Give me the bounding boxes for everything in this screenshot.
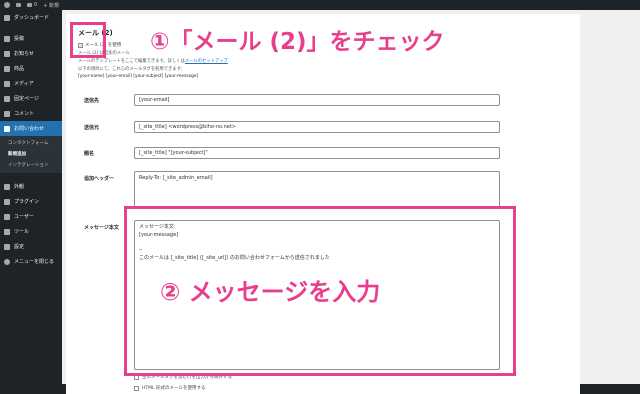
mail-setup-link[interactable]: メールのセットアップ [185, 59, 228, 64]
comments-link[interactable]: 0 [27, 2, 37, 8]
sidebar-item-plugins[interactable]: プラグイン [0, 194, 62, 209]
sidebar-item-comments[interactable]: コメント [0, 106, 62, 121]
sidebar-item-settings[interactable]: 設定 [0, 239, 62, 254]
admin-sidebar: ダッシュボード 投稿 お知らせ 商品 メディア 固定ページ コメント お問い合わ… [0, 10, 62, 384]
message-body-label: メッセージ本文 [84, 225, 119, 231]
wrench-icon [4, 228, 10, 235]
submenu-item-contact-forms[interactable]: コンタクトフォーム [0, 137, 62, 148]
comment-icon [27, 3, 32, 7]
new-content-link[interactable]: + 新規 [43, 2, 59, 9]
right-gutter [582, 10, 640, 384]
mail-tags-note: 以下の項目にて、これらのメールタグを利用できます: [78, 67, 183, 72]
home-icon[interactable] [16, 3, 21, 7]
sidebar-item-label: ユーザー [14, 214, 34, 220]
sidebar-item-users[interactable]: ユーザー [0, 209, 62, 224]
from-input[interactable]: [_site_title] <wordpress@biho-no.net> [134, 121, 500, 133]
sidebar-item-media[interactable]: メディア [0, 76, 62, 91]
sidebar-item-label: ツール [14, 229, 30, 235]
mail-icon [4, 125, 10, 132]
to-input[interactable]: [your-email] [134, 94, 500, 106]
additional-headers-label: 追加ヘッダー [84, 176, 115, 182]
html-mail-label: HTML 形式のメールを使用する [142, 386, 206, 391]
sidebar-item-posts[interactable]: 投稿 [0, 31, 62, 46]
template-note: メールのテンプレートをここで編集できます。詳しくはメールのセットアップ [78, 58, 228, 64]
submenu-item-add-new[interactable]: 新規追加 [0, 148, 62, 159]
plugin-icon [4, 198, 10, 205]
admin-bar: 0 + 新規 [0, 0, 640, 10]
settings-icon [4, 243, 10, 250]
sidebar-item-label: 商品 [14, 66, 25, 72]
sidebar-item-label: コメント [14, 111, 35, 117]
media-icon [4, 80, 10, 87]
sidebar-item-pages[interactable]: 固定ページ [0, 91, 62, 106]
comment-icon [4, 110, 10, 117]
sidebar-item-contact[interactable]: お問い合わせ [0, 121, 62, 136]
subject-label: 題名 [84, 151, 95, 157]
wordpress-logo-icon[interactable] [4, 2, 10, 8]
sidebar-item-label: ダッシュボード [14, 15, 50, 21]
sidebar-item-products[interactable]: 商品 [0, 61, 62, 76]
mail2-checkbox-highlight [70, 22, 106, 58]
contact-submenu: コンタクトフォーム 新規追加 インテグレーション [0, 136, 62, 173]
template-note-text: メールのテンプレートをここで編集できます。詳しくは [78, 59, 185, 64]
sidebar-item-collapse[interactable]: メニューを閉じる [0, 254, 62, 269]
sidebar-item-label: お知らせ [14, 51, 34, 57]
step1-callout: ①「メール (2)」をチェック [150, 29, 445, 55]
html-mail-checkbox[interactable] [134, 385, 139, 391]
pin-icon [4, 65, 10, 72]
pin-icon [4, 35, 10, 42]
comments-count: 0 [34, 2, 38, 8]
sidebar-item-dashboard[interactable]: ダッシュボード [0, 10, 62, 25]
sidebar-item-news[interactable]: お知らせ [0, 46, 62, 61]
dashboard-icon [4, 14, 10, 21]
to-label: 送信先 [84, 98, 100, 104]
html-mail-option[interactable]: HTML 形式のメールを使用する [134, 385, 205, 391]
user-icon [4, 213, 10, 220]
sidebar-item-label: 外観 [14, 184, 25, 190]
page-icon [4, 95, 10, 102]
brush-icon [4, 183, 10, 190]
sidebar-item-appearance[interactable]: 外観 [0, 179, 62, 194]
additional-headers-textarea[interactable]: Reply-To: [_site_admin_email] [134, 171, 500, 209]
collapse-icon [4, 258, 10, 265]
step2-callout: ② メッセージを入力 [160, 278, 381, 306]
sidebar-item-label: メニューを閉じる [14, 259, 55, 265]
sidebar-item-label: メディア [14, 81, 34, 87]
mail-tags: [your-name] [your-email] [your-subject] … [78, 74, 199, 79]
sidebar-item-label: お問い合わせ [14, 126, 45, 132]
sidebar-item-label: 投稿 [14, 36, 25, 42]
sidebar-item-tools[interactable]: ツール [0, 224, 62, 239]
sidebar-item-label: 設定 [14, 244, 25, 250]
subject-input[interactable]: [_site_title] "[your-subject]" [134, 147, 500, 159]
from-label: 送信元 [84, 125, 100, 131]
sidebar-item-label: 固定ページ [14, 96, 39, 102]
submenu-item-integration[interactable]: インテグレーション [0, 159, 62, 170]
pin-icon [4, 50, 10, 57]
sidebar-item-label: プラグイン [14, 199, 40, 205]
